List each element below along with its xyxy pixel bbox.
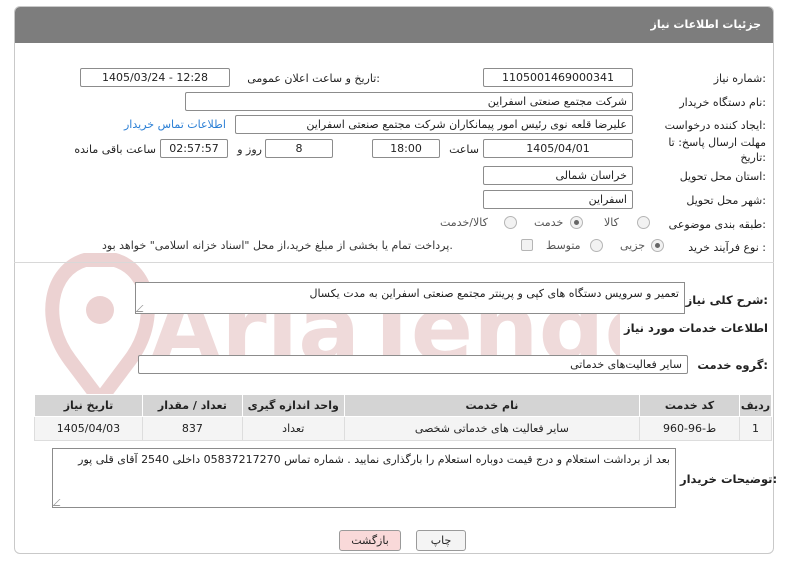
service-group-label: گروه خدمت: [697, 358, 768, 372]
process-radio-medium[interactable] [590, 239, 603, 252]
deadline-label-line2: تاریخ: [740, 151, 766, 164]
process-label: نوع فرآیند خرید : [688, 241, 766, 254]
announce-field[interactable]: 1405/03/24 - 12:28 [80, 68, 230, 87]
process-option-minor: جزیی [620, 239, 646, 252]
col-row: ردیف [739, 394, 772, 417]
deadline-label-line1: مهلت ارسال پاسخ: تا [668, 136, 766, 149]
col-service-code: کد خدمت [639, 394, 741, 417]
col-need-date: تاریخ نیاز [34, 394, 143, 417]
summary-label: شرح کلی نیاز: [685, 293, 768, 307]
services-section-title: اطلاعات خدمات مورد نیاز [624, 321, 768, 335]
service-group-field[interactable]: سایر فعالیت‌های خدماتی [138, 355, 688, 374]
cell-service-name: سایر فعالیت های خدماتی شخصی [343, 416, 641, 441]
category-radio-goods-service[interactable] [504, 216, 517, 229]
need-number-field[interactable]: 1105001469000341 [483, 68, 633, 87]
category-radio-goods[interactable] [637, 216, 650, 229]
cell-row: 1 [739, 416, 772, 441]
buyer-notes-label: توضیحات خریدار: [680, 472, 778, 486]
table-header-row: ردیف کد خدمت نام خدمت واحد اندازه گیری ت… [34, 394, 772, 417]
need-number-label: شماره نیاز: [713, 72, 766, 85]
back-button[interactable]: بازگشت [339, 530, 401, 551]
days-field[interactable]: 8 [265, 139, 333, 158]
remaining-label: ساعت باقی مانده [74, 143, 156, 156]
city-field[interactable]: اسفراین [483, 190, 633, 209]
buyer-contact-link[interactable]: اطلاعات تماس خریدار [124, 118, 226, 131]
buyer-notes-text: بعد از برداشت استعلام و درج قیمت دوباره … [78, 453, 670, 466]
print-button[interactable]: چاپ [416, 530, 466, 551]
remaining-time-field[interactable]: 02:57:57 [160, 139, 228, 158]
category-option-goods: کالا [604, 216, 619, 229]
treasury-checkbox[interactable] [521, 239, 533, 251]
category-radio-service[interactable] [570, 216, 583, 229]
creator-label: ایجاد کننده درخواست: [664, 119, 766, 132]
category-label: طبقه بندی موضوعی: [668, 218, 766, 231]
col-quantity: تعداد / مقدار [141, 394, 243, 417]
announce-label: تاریخ و ساعت اعلان عمومی: [247, 72, 380, 85]
creator-field[interactable]: علیرضا قلعه نوی رئیس امور پیمانکاران شرک… [235, 115, 633, 134]
cell-service-code: ط-96-960 [639, 416, 741, 441]
buyer-notes-textarea[interactable]: بعد از برداشت استعلام و درج قیمت دوباره … [52, 448, 676, 508]
cell-quantity: 837 [141, 416, 243, 441]
col-unit: واحد اندازه گیری [241, 394, 345, 417]
col-service-name: نام خدمت [343, 394, 641, 417]
cell-unit: تعداد [241, 416, 345, 441]
days-label: روز و [237, 143, 262, 156]
deadline-time-field[interactable]: 18:00 [372, 139, 440, 158]
deadline-date-field[interactable]: 1405/04/01 [483, 139, 633, 158]
treasury-note: پرداخت تمام یا بخشی از مبلغ خرید،از محل … [102, 239, 453, 252]
process-radio-minor[interactable] [651, 239, 664, 252]
process-option-medium: متوسط [546, 239, 581, 252]
category-option-service: خدمت [534, 216, 564, 229]
buyer-org-field[interactable]: شرکت مجتمع صنعتی اسفراین [185, 92, 633, 111]
city-label: شهر محل تحویل: [686, 194, 766, 207]
cell-need-date: 1405/04/03 [34, 416, 143, 441]
divider [14, 262, 774, 263]
buyer-org-label: نام دستگاه خریدار: [679, 96, 766, 109]
province-label: استان محل تحویل: [679, 170, 766, 183]
category-option-goods-service: کالا/خدمت [440, 216, 488, 229]
province-field[interactable]: خراسان شمالی [483, 166, 633, 185]
summary-textarea[interactable]: تعمیر و سرویس دستگاه های کپی و پرینتر مج… [135, 282, 685, 314]
summary-text: تعمیر و سرویس دستگاه های کپی و پرینتر مج… [309, 287, 679, 300]
deadline-time-label: ساعت [449, 143, 479, 156]
panel-header: جزئیات اطلاعات نیاز [15, 7, 773, 43]
table-row[interactable]: 1 ط-96-960 سایر فعالیت های خدماتی شخصی ت… [34, 416, 772, 441]
services-table: ردیف کد خدمت نام خدمت واحد اندازه گیری ت… [34, 394, 772, 441]
